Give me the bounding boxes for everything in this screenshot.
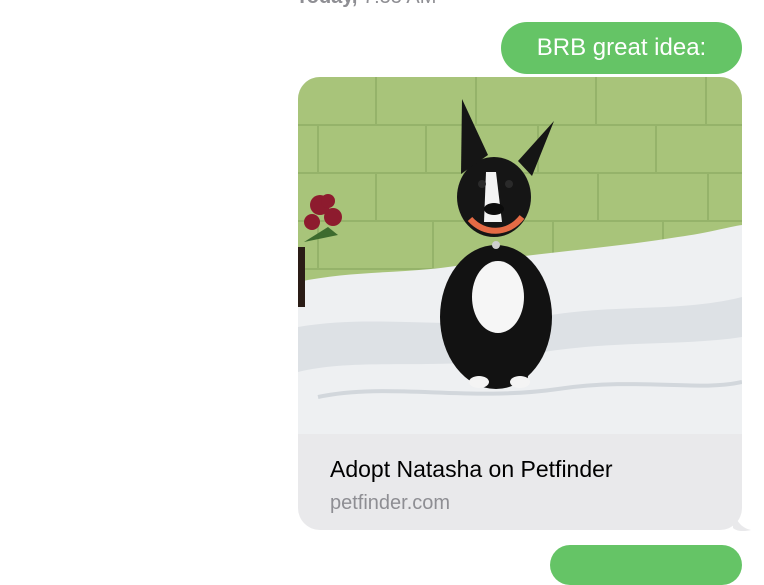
- link-preview-card[interactable]: Adopt Natasha on Petfinder petfinder.com: [298, 77, 742, 530]
- link-title: Adopt Natasha on Petfinder: [330, 456, 613, 482]
- card-tail: [733, 508, 751, 532]
- flower-stem: [298, 247, 305, 307]
- link-preview-image: [298, 77, 742, 434]
- next-message-bubble[interactable]: [550, 545, 742, 585]
- sent-message-bubble[interactable]: BRB great idea:: [501, 22, 742, 74]
- message-timestamp: Today, 7:55 AM: [296, 0, 436, 9]
- link-preview-footer: Adopt Natasha on Petfinder petfinder.com: [298, 434, 742, 530]
- timestamp-day: Today,: [296, 0, 357, 8]
- link-domain: petfinder.com: [330, 492, 451, 514]
- timestamp-time: 7:55 AM: [363, 0, 436, 8]
